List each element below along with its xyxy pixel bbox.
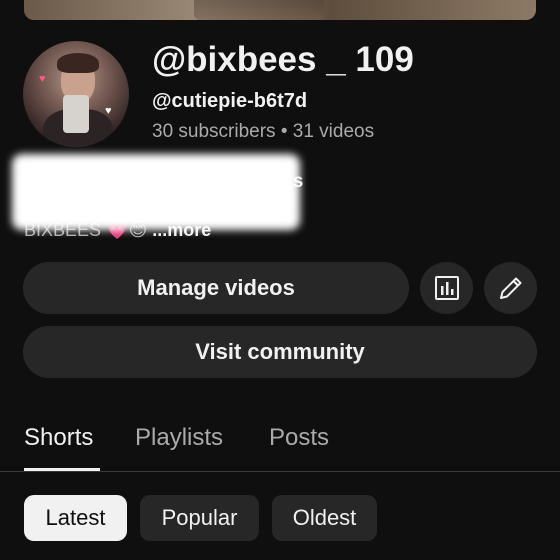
- channel-stats: 30 subscribers • 31 videos: [152, 121, 375, 142]
- bar-chart-icon: [434, 276, 459, 300]
- channel-name: @bixbees _ 109: [152, 40, 414, 79]
- tab-shorts[interactable]: Shorts: [24, 424, 93, 452]
- tab-playlists[interactable]: Playlists: [135, 424, 223, 452]
- channel-banner[interactable]: [24, 0, 536, 20]
- active-tab-indicator: [24, 468, 100, 471]
- sort-chip-oldest[interactable]: Oldest: [272, 495, 377, 541]
- heart-icon: ♥: [39, 73, 46, 85]
- analytics-button[interactable]: [420, 262, 473, 314]
- channel-handle: @cutiepie-b6t7d: [152, 90, 308, 112]
- channel-avatar[interactable]: ♥ ♥: [23, 41, 129, 147]
- manage-videos-button[interactable]: Manage videos: [23, 262, 409, 314]
- avatar-phone: [63, 95, 89, 133]
- edit-channel-button[interactable]: [484, 262, 537, 314]
- heart-icon: ♥: [105, 105, 112, 117]
- avatar-figure-hair: [57, 53, 99, 73]
- tab-posts[interactable]: Posts: [269, 424, 329, 452]
- redaction-overlay: [12, 154, 300, 230]
- sort-chip-latest[interactable]: Latest: [24, 495, 127, 541]
- sort-chip-popular[interactable]: Popular: [140, 495, 259, 541]
- channel-tabs: Shorts Playlists Posts: [0, 420, 560, 472]
- visit-community-button[interactable]: Visit community: [23, 326, 537, 378]
- pencil-icon: [499, 277, 521, 299]
